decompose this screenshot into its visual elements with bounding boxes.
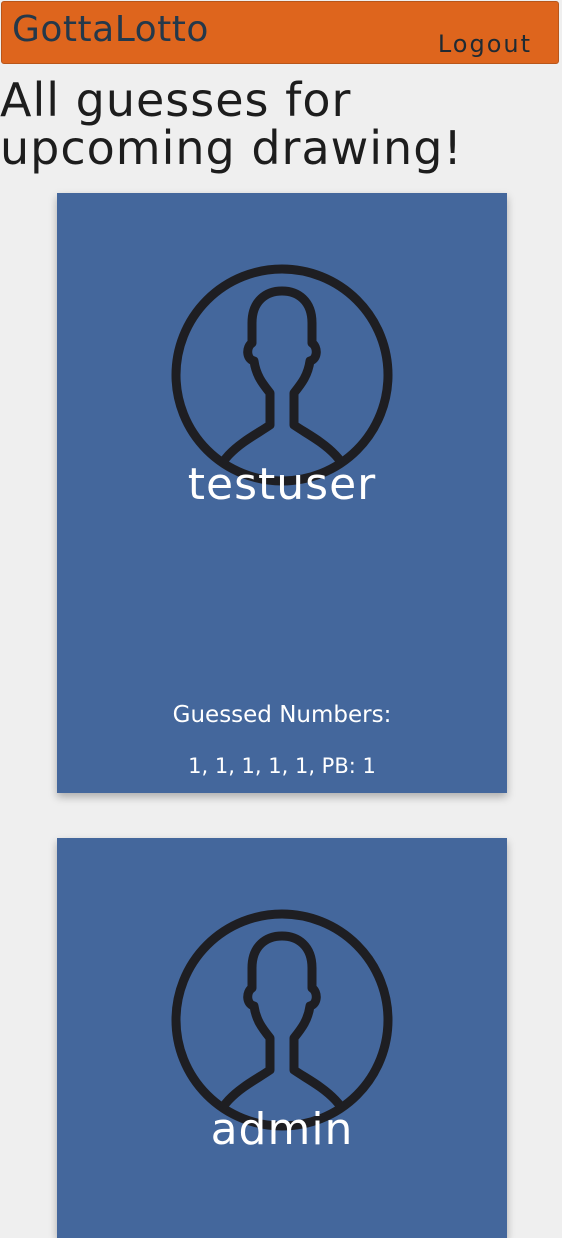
top-navbar: GottaLotto Logout: [1, 1, 559, 64]
page-title-line-1: All guesses for: [0, 73, 352, 127]
guessed-numbers-values: 1, 1, 1, 1, 1, PB: 1: [188, 754, 376, 778]
user-guess-card: testuser Guessed Numbers: 1, 1, 1, 1, 1,…: [57, 193, 507, 793]
logout-link[interactable]: Logout: [438, 30, 532, 58]
page-title-line-2: upcoming drawing!: [0, 121, 463, 175]
username: testuser: [187, 459, 377, 510]
user-silhouette-icon: [171, 909, 393, 1131]
user-silhouette-icon: [171, 264, 393, 486]
brand-logo[interactable]: GottaLotto: [12, 10, 209, 50]
user-guess-card: admin: [57, 838, 507, 1238]
guessed-numbers-label: Guessed Numbers:: [172, 702, 392, 728]
page-title: All guesses for upcoming drawing!: [0, 76, 562, 172]
username: admin: [210, 1104, 354, 1155]
